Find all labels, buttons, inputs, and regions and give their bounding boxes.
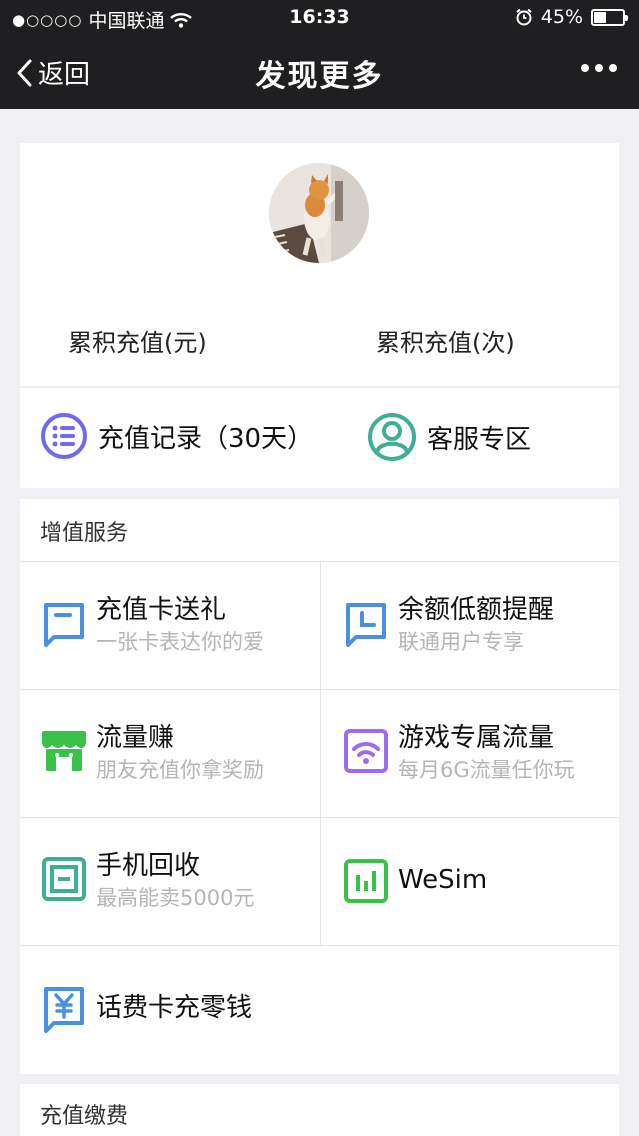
- cat-photo-icon: [269, 163, 369, 263]
- payment-section-card: 充值缴费: [20, 1084, 619, 1136]
- gift-card-icon: [44, 603, 84, 647]
- stat-total-amount-label: 累积充值(元): [68, 329, 207, 357]
- service-tile-phone-recycle[interactable]: 手机回收 最高能卖5000元: [40, 849, 254, 913]
- service-tile-gift-card[interactable]: 充值卡送礼 一张卡表达你的爱: [40, 593, 264, 657]
- more-dot-icon: [595, 64, 603, 72]
- tile-subtitle: 联通用户专享: [398, 630, 524, 654]
- divider: [20, 945, 619, 946]
- tile-title: WeSim: [398, 865, 488, 895]
- tile-title: 充值卡送礼: [96, 595, 227, 625]
- customer-service-button[interactable]: 客服专区: [367, 412, 531, 462]
- yuan-card-icon: [44, 987, 84, 1033]
- clock-icon: [346, 603, 386, 647]
- divider: [320, 561, 321, 945]
- tile-title: 手机回收: [96, 851, 201, 881]
- stat-total-count-label: 累积充值(次): [376, 329, 515, 357]
- profile-card: 累积充值(元) 累积充值(次): [20, 143, 619, 386]
- wifi-icon: [344, 729, 388, 773]
- customer-service-label: 客服专区: [427, 424, 532, 455]
- status-right: 45%: [515, 6, 628, 28]
- user-icon: [368, 413, 416, 461]
- more-dot-icon: [609, 64, 617, 72]
- tile-subtitle: 一张卡表达你的爱: [96, 630, 264, 654]
- battery-icon: [591, 8, 628, 26]
- list-icon: [41, 413, 87, 459]
- store-icon: [42, 731, 86, 771]
- status-bar: ●○○○○ 中国联通 16:33 45%: [0, 0, 639, 36]
- tile-subtitle: 最高能卖5000元: [96, 886, 255, 910]
- battery-fill: [594, 11, 606, 23]
- alarm-icon: [516, 8, 532, 26]
- recharge-records-label: 充值记录（30天）: [98, 423, 314, 454]
- top-bar: ●○○○○ 中国联通 16:33 45% 返回 发现更多: [0, 0, 639, 109]
- recharge-records-button[interactable]: 充值记录（30天）: [40, 412, 313, 460]
- battery-percent: 45%: [540, 6, 583, 28]
- service-tile-game-data[interactable]: 游戏专属流量 每月6G流量任你玩: [342, 721, 575, 785]
- more-menu-button[interactable]: [581, 64, 617, 72]
- tile-title: 话费卡充零钱: [96, 993, 253, 1023]
- tile-title: 游戏专属流量: [398, 723, 555, 753]
- tile-title: 流量赚: [96, 723, 175, 753]
- tile-subtitle: 朋友充值你拿奖励: [96, 758, 264, 782]
- service-tile-data-earn[interactable]: 流量赚 朋友充值你拿奖励: [40, 721, 264, 785]
- value-added-services-card: 增值服务 充值卡送礼 一张卡表达你的爱 余额低额提醒 联通用户专享 流量赚 朋友…: [20, 499, 619, 1074]
- service-tile-card-to-wallet[interactable]: 话费卡充零钱: [40, 985, 252, 1033]
- tile-title: 余额低额提醒: [398, 595, 555, 625]
- page-title: 发现更多: [255, 59, 384, 94]
- service-tile-balance-reminder[interactable]: 余额低额提醒 联通用户专享: [342, 593, 554, 657]
- avatar[interactable]: [269, 163, 369, 263]
- quick-actions-card: 充值记录（30天） 客服专区: [20, 388, 619, 488]
- more-dot-icon: [581, 64, 589, 72]
- section-title: 充值缴费: [40, 1104, 129, 1129]
- phone-recycle-icon: [42, 857, 86, 901]
- tile-subtitle: 每月6G流量任你玩: [398, 758, 575, 782]
- wesim-icon: [344, 859, 388, 903]
- service-tile-wesim[interactable]: WeSim: [342, 857, 487, 905]
- section-title: 增值服务: [40, 521, 129, 546]
- navigation-bar: 返回 发现更多: [0, 36, 639, 109]
